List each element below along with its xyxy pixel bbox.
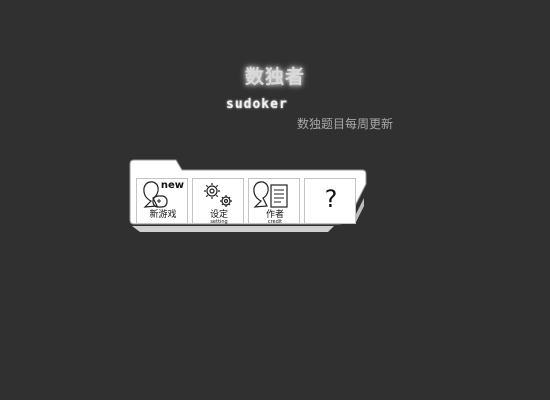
new-game-button[interactable]: new 新游戏 bbox=[136, 178, 188, 224]
help-button[interactable]: ? bbox=[304, 178, 356, 224]
main-menu-panel: new 新游戏 设定 setting 作者 credit ? bbox=[128, 158, 368, 234]
credits-sublabel: credit bbox=[267, 219, 283, 225]
settings-button[interactable]: 设定 setting bbox=[192, 178, 244, 225]
question-mark-icon: ? bbox=[324, 185, 338, 213]
new-game-label: 新游戏 bbox=[149, 210, 177, 220]
new-badge: new bbox=[160, 180, 184, 191]
game-title: 数独者 bbox=[244, 66, 305, 88]
logo-text: sudoker bbox=[226, 97, 288, 112]
subtitle: 数独题目每周更新 bbox=[297, 117, 394, 131]
credits-button[interactable]: 作者 credit bbox=[248, 178, 300, 225]
settings-sublabel: setting bbox=[210, 219, 228, 225]
